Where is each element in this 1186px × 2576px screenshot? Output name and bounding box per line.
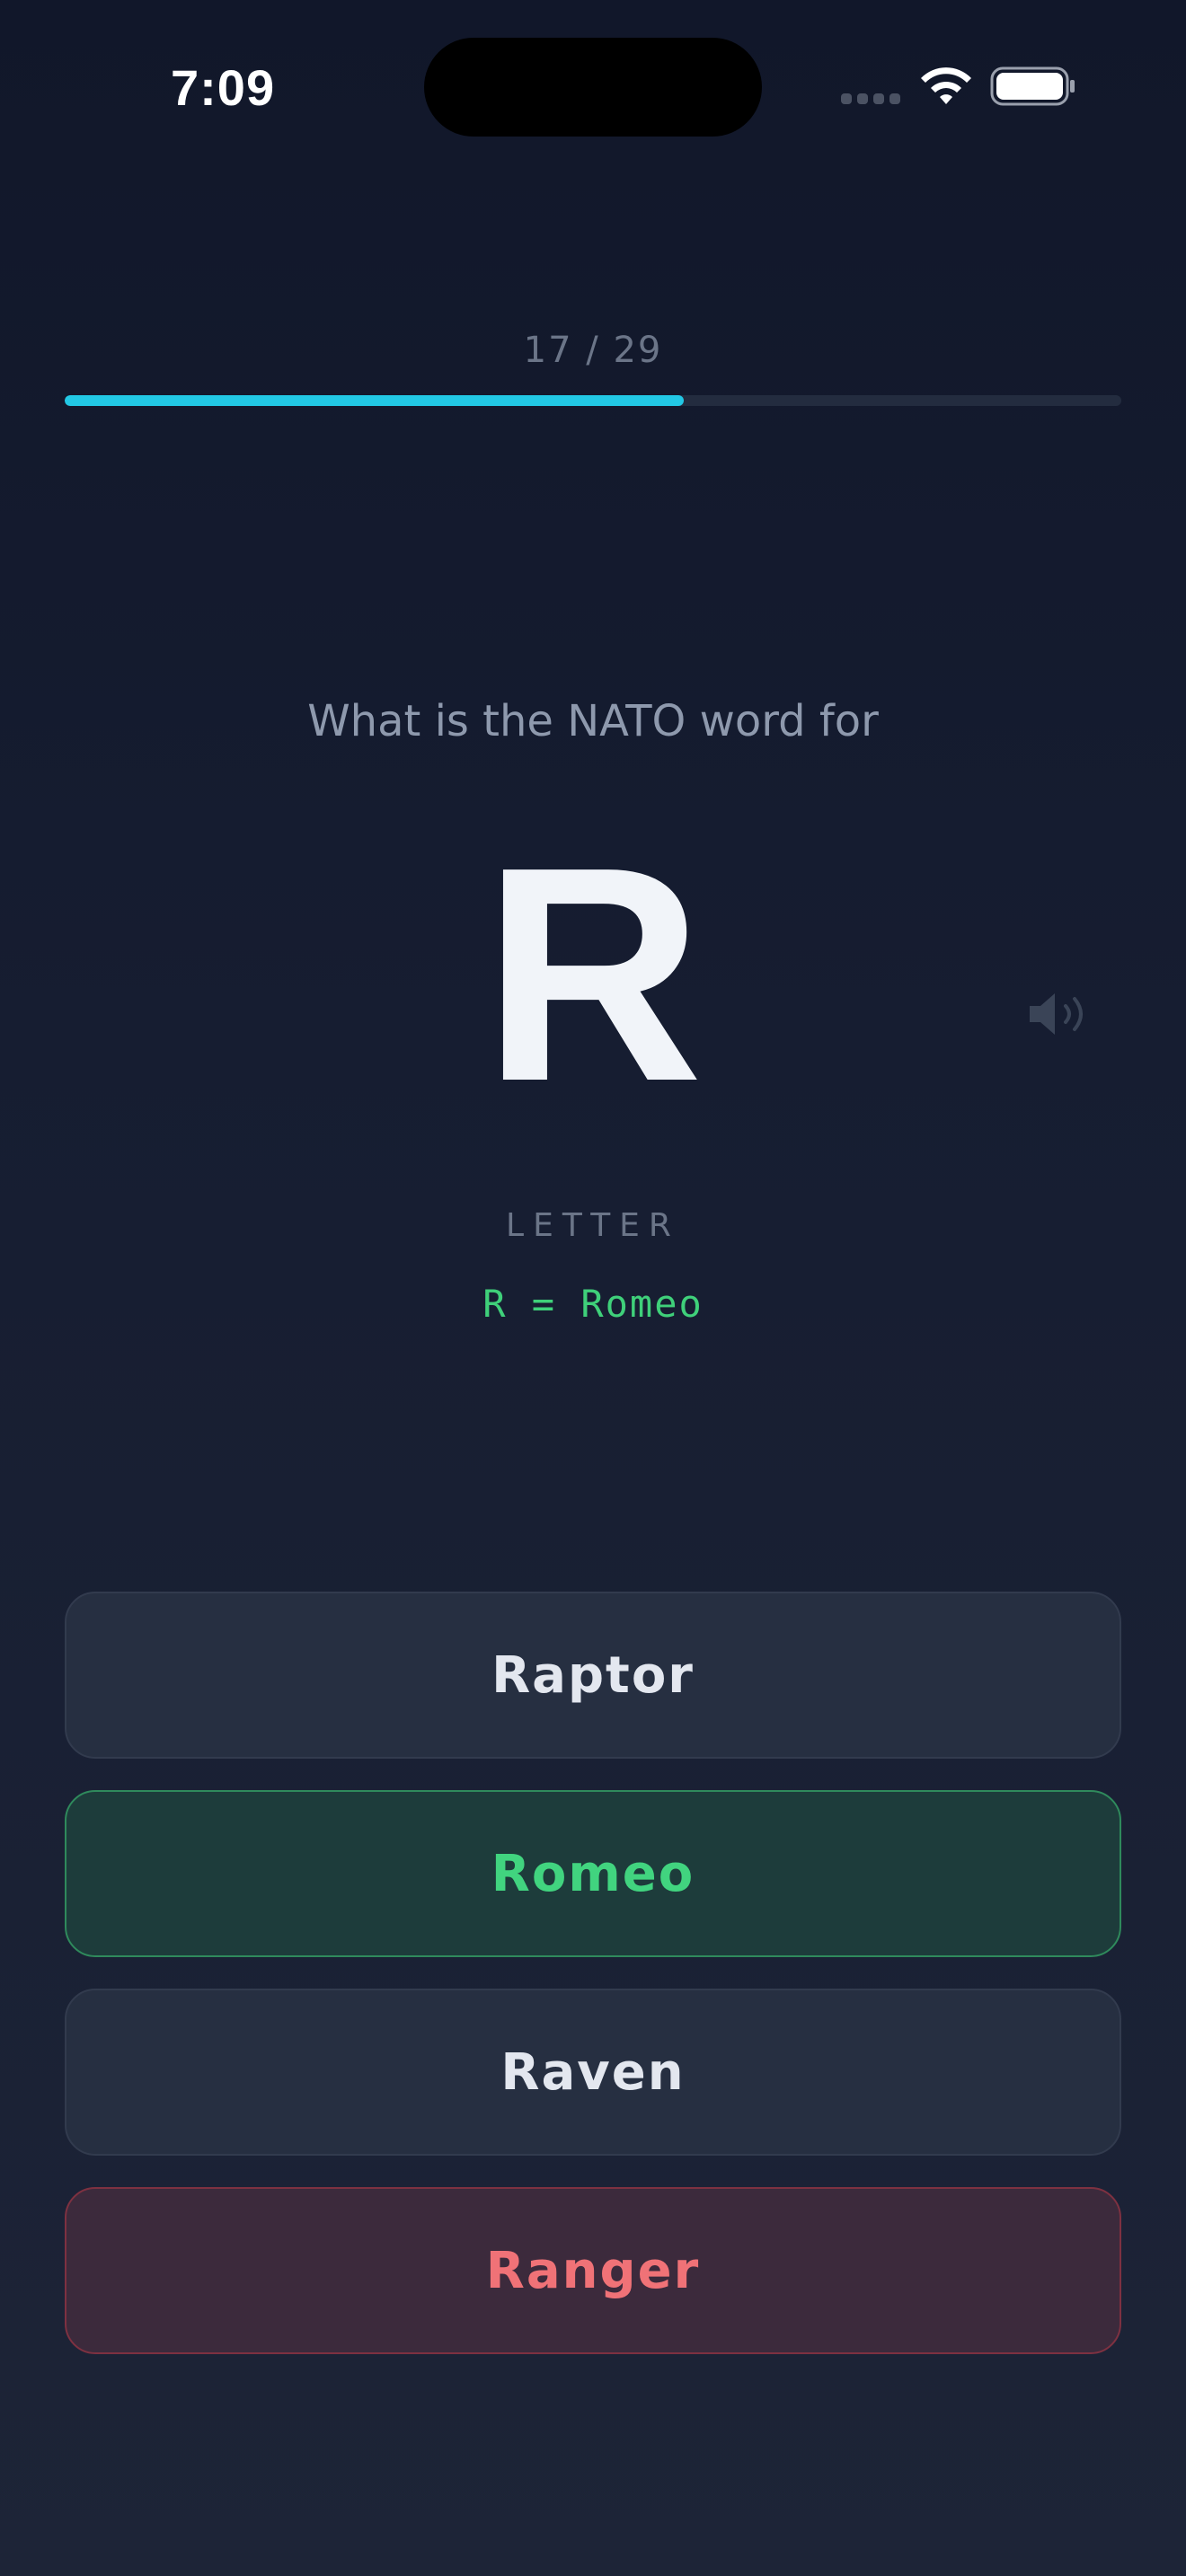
option-button[interactable]: Romeo xyxy=(65,1790,1121,1957)
status-time: 7:09 xyxy=(171,59,276,116)
quiz-letter: R xyxy=(482,804,704,1145)
option-label: Raven xyxy=(500,2042,686,2102)
option-label: Ranger xyxy=(485,2241,701,2300)
option-button[interactable]: Raven xyxy=(65,1989,1121,2156)
answer-reveal: R = Romeo xyxy=(482,1282,704,1326)
cellular-signal-icon xyxy=(841,93,900,106)
progress-bar xyxy=(65,395,1121,406)
speaker-icon[interactable] xyxy=(1026,986,1098,1042)
progress-counter: 17 / 29 xyxy=(523,330,663,371)
battery-icon xyxy=(990,66,1075,106)
option-label: Raptor xyxy=(491,1645,695,1705)
dynamic-island xyxy=(424,38,762,137)
category-label: LETTER xyxy=(506,1207,680,1244)
option-label: Romeo xyxy=(491,1844,695,1903)
question-prompt: What is the NATO word for xyxy=(307,696,879,746)
progress-bar-fill xyxy=(65,395,685,406)
option-button[interactable]: Ranger xyxy=(65,2187,1121,2354)
wifi-icon xyxy=(921,67,971,104)
option-button[interactable]: Raptor xyxy=(65,1592,1121,1759)
